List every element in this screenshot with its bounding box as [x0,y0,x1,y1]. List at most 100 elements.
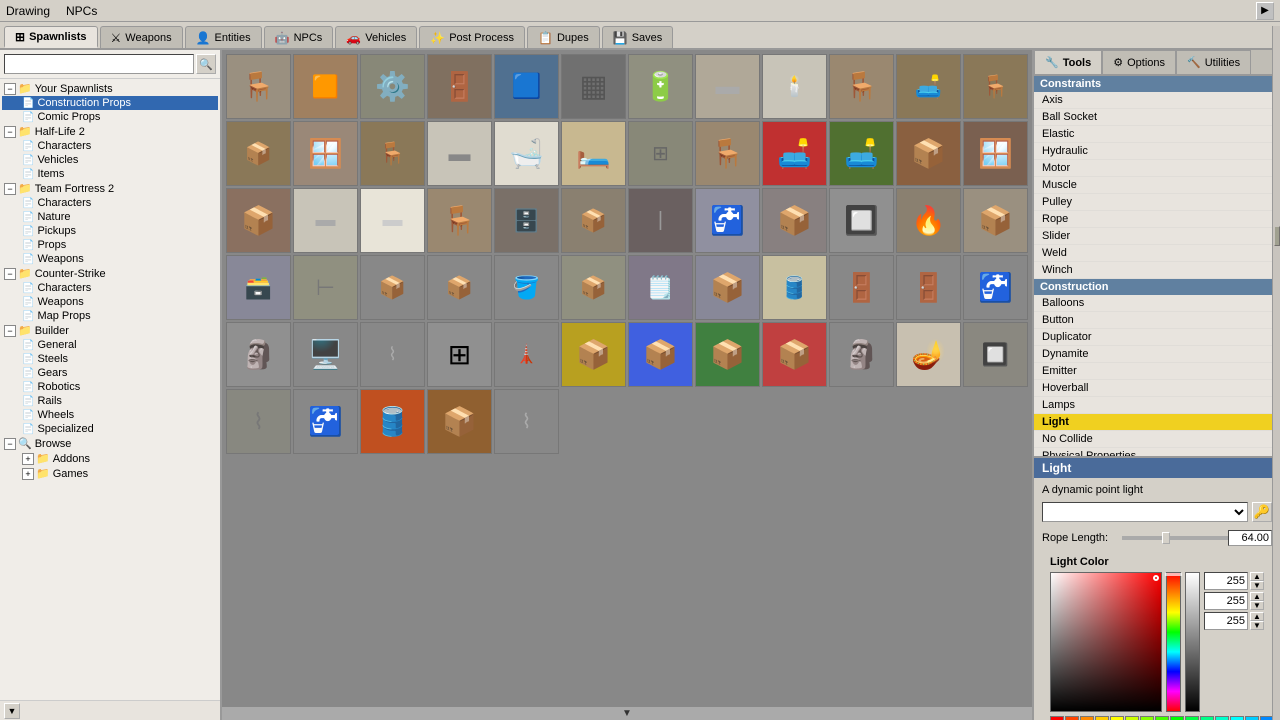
prop-item[interactable]: ▬ [293,188,358,253]
rope-length-value[interactable] [1228,530,1272,546]
tree-item-comic-props[interactable]: 📄 Comic Props [2,110,218,124]
palette-color[interactable] [1110,716,1124,720]
tab-npcs[interactable]: 🤖 NPCs [264,26,334,48]
right-tab-utilities[interactable]: 🔨 Utilities [1176,50,1251,74]
constraint-rope[interactable]: Rope [1034,211,1280,228]
prop-item[interactable]: 🪑 [427,188,492,253]
palette-color[interactable] [1170,716,1184,720]
prop-item[interactable]: ▦ [561,54,626,119]
prop-item[interactable]: 🚪 [896,255,961,320]
construction-light[interactable]: Light [1034,414,1280,431]
tree-item-builder-general[interactable]: 📄 General [2,338,218,352]
color-hue-bar[interactable] [1166,572,1181,712]
prop-item[interactable]: 🟧 [293,54,358,119]
rgb-b-input[interactable] [1204,612,1248,630]
tree-item-hl2-items[interactable]: 📄 Items [2,167,218,181]
right-tab-tools[interactable]: 🔧 Tools [1034,50,1102,74]
construction-button[interactable]: Button [1034,312,1280,329]
tree-item-builder[interactable]: − 📁 Builder [2,323,218,338]
right-scrollbar-thumb[interactable] [1274,226,1280,246]
prop-item[interactable]: 🔲 [829,188,894,253]
tree-item-construction-props[interactable]: 📄 Construction Props [2,96,218,110]
tree-item-hl2-vehicles[interactable]: 📄 Vehicles [2,153,218,167]
prop-item[interactable]: 🛋️ [829,121,894,186]
construction-no-collide[interactable]: No Collide [1034,431,1280,448]
prop-item[interactable]: 🪟 [293,121,358,186]
tree-item-tf2-nature[interactable]: 📄 Nature [2,210,218,224]
tree-item-tf2[interactable]: − 📁 Team Fortress 2 [2,181,218,196]
tree-item-cs-characters[interactable]: 📄 Characters [2,281,218,295]
toggle-tf2[interactable]: − [4,183,16,195]
tree-item-addons[interactable]: + 📁 Addons [2,451,218,466]
prop-item[interactable]: ▬ [427,121,492,186]
prop-item[interactable]: ▬ [695,54,760,119]
left-panel-bottom-btn[interactable]: ▼ [4,703,20,719]
prop-item[interactable]: ⊢ [293,255,358,320]
toggle-games[interactable]: + [22,468,34,480]
prop-item[interactable]: 🕯️ [762,54,827,119]
tree-item-cs-map-props[interactable]: 📄 Map Props [2,309,218,323]
constraint-hydraulic[interactable]: Hydraulic [1034,143,1280,160]
light-key-button[interactable]: 🔑 [1252,502,1272,522]
prop-item[interactable]: 🗒️ [628,255,693,320]
prop-item[interactable]: 🗄️ [494,188,559,253]
prop-item[interactable]: 📦 [360,255,425,320]
tab-entities[interactable]: 👤 Entities [185,26,262,48]
constraint-axis[interactable]: Axis [1034,92,1280,109]
rgb-b-down[interactable]: ▼ [1250,621,1264,630]
color-value-bar[interactable] [1185,572,1200,712]
palette-color[interactable] [1245,716,1259,720]
prop-item[interactable]: ⚙️ [360,54,425,119]
toggle-browse[interactable]: − [4,438,16,450]
prop-item[interactable]: 🛋️ [896,54,961,119]
color-gradient[interactable] [1050,572,1162,712]
tree-item-your-spawnlists[interactable]: − 📁 Your Spawnlists [2,81,218,96]
tree-item-builder-specialized[interactable]: 📄 Specialized [2,422,218,436]
prop-item[interactable]: 🪣 [494,255,559,320]
palette-color[interactable] [1095,716,1109,720]
tree-item-tf2-characters[interactable]: 📄 Characters [2,196,218,210]
rgb-b-up[interactable]: ▲ [1250,612,1264,621]
tree-item-half-life-2[interactable]: − 📁 Half-Life 2 [2,124,218,139]
rgb-g-up[interactable]: ▲ [1250,592,1264,601]
prop-item[interactable]: 🪔 [896,322,961,387]
search-input[interactable] [4,54,194,74]
right-tab-options[interactable]: ⚙ Options [1102,50,1176,74]
constraint-motor[interactable]: Motor [1034,160,1280,177]
palette-color[interactable] [1050,716,1064,720]
constraint-ball-socket[interactable]: Ball Socket [1034,109,1280,126]
constraint-slider[interactable]: Slider [1034,228,1280,245]
search-button[interactable]: 🔍 [196,54,216,74]
prop-item[interactable]: 📦 [963,188,1028,253]
prop-item[interactable]: 📦 [695,322,760,387]
prop-item[interactable]: 📦 [628,322,693,387]
construction-physical-properties[interactable]: Physical Properties [1034,448,1280,456]
prop-item[interactable]: 🟦 [494,54,559,119]
prop-item[interactable]: ⊞ [628,121,693,186]
prop-item[interactable]: 🛋️ [762,121,827,186]
toggle-counter-strike[interactable]: − [4,268,16,280]
toggle-your-spawnlists[interactable]: − [4,83,16,95]
construction-balloons[interactable]: Balloons [1034,295,1280,312]
prop-item[interactable]: 📦 [561,255,626,320]
prop-item[interactable]: 🗃️ [226,255,291,320]
prop-item[interactable]: 🛢️ [360,389,425,454]
tree-item-hl2-characters[interactable]: 📄 Characters [2,139,218,153]
rgb-g-input[interactable] [1204,592,1248,610]
rgb-r-up[interactable]: ▲ [1250,572,1264,581]
palette-color[interactable] [1125,716,1139,720]
prop-item[interactable]: | [628,188,693,253]
tree-item-cs-weapons[interactable]: 📄 Weapons [2,295,218,309]
prop-item[interactable]: 🛏️ [561,121,626,186]
toggle-half-life-2[interactable]: − [4,126,16,138]
prop-item[interactable]: 📦 [896,121,961,186]
prop-item[interactable]: 🪟 [963,121,1028,186]
constraint-muscle[interactable]: Muscle [1034,177,1280,194]
tree-container[interactable]: − 📁 Your Spawnlists 📄 Construction Props… [0,79,220,700]
rgb-g-down[interactable]: ▼ [1250,601,1264,610]
tab-spawnlists[interactable]: ⊞ Spawnlists [4,26,98,48]
prop-item[interactable]: 📦 [762,322,827,387]
palette-color[interactable] [1230,716,1244,720]
tree-item-browse[interactable]: − 🔍 Browse [2,436,218,451]
tree-item-counter-strike[interactable]: − 📁 Counter-Strike [2,266,218,281]
